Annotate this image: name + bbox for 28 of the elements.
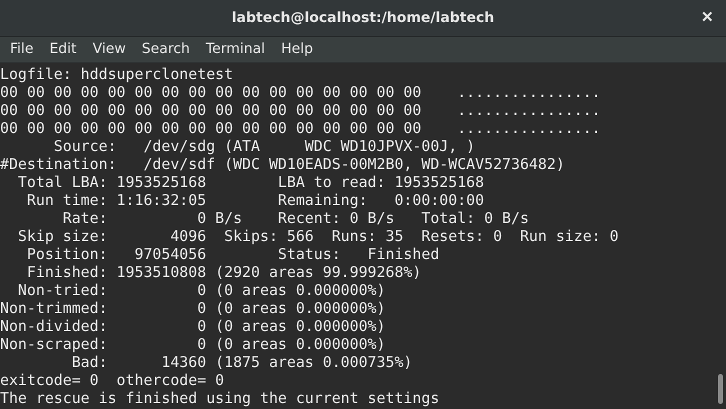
terminal-line: Non-scraped: 0 (0 areas 0.000000%) <box>0 335 386 353</box>
terminal-line: The rescue is finished using the current settings <box>0 389 440 407</box>
terminal-line: #Destination: /dev/sdf (WDC WD10EADS-00M2B0, WD-WCAV52736482) <box>0 155 565 173</box>
terminal-line: 00 00 00 00 00 00 00 00 00 00 00 00 00 00 00 00 ................ <box>0 83 601 101</box>
terminal-line: Non-divided: 0 (0 areas 0.000000%) <box>0 317 386 335</box>
menu-item[interactable]: File <box>2 39 42 60</box>
menu-item[interactable]: Terminal <box>198 39 274 60</box>
terminal-line: Logfile: hddsuperclonetest <box>0 65 234 83</box>
terminal-line: Rate: 0 B/s Recent: 0 B/s Total: 0 B/s <box>62 209 529 227</box>
menu-item[interactable]: Search <box>134 39 198 60</box>
terminal-line: Non-tried: 0 (0 areas 0.000000%) <box>16 281 386 299</box>
close-button[interactable]: ✕ <box>701 9 714 27</box>
menu-item[interactable]: Edit <box>41 39 85 60</box>
window-title: labtech@localhost:/home/labtech <box>232 8 494 28</box>
terminal-line: Skip size: 4096 Skips: 566 Runs: 35 Resets: 0 Run size: 0 <box>16 227 619 245</box>
terminal-line: Non-trimmed: 0 (0 areas 0.000000%) <box>0 299 386 317</box>
terminal-line: 00 00 00 00 00 00 00 00 00 00 00 00 00 00 00 00 ................ <box>0 119 601 137</box>
terminal-line: Run time: 1:16:32:05 Remaining: 0:00:00:00 <box>26 191 484 209</box>
terminal-line: Bad: 14360 (1875 areas 0.000735%) <box>70 353 412 371</box>
terminal-line: Source: /dev/sdg (ATA WDC WD10JPVX-00J, ) <box>52 137 476 155</box>
menu-item[interactable]: Help <box>273 39 321 60</box>
terminal-line: 00 00 00 00 00 00 00 00 00 00 00 00 00 00 00 00 ................ <box>0 101 601 119</box>
terminal-line: Total LBA: 1953525168 LBA to read: 1953525168 <box>16 173 484 191</box>
terminal-line: exitcode= 0 othercode= 0 <box>0 371 224 389</box>
terminal-line: Finished: 1953510808 (2920 areas 99.999268%) <box>26 263 422 281</box>
terminal-line: Position: 97054056 Status: Finished <box>26 245 440 263</box>
scrollbar-thumb[interactable] <box>718 374 723 404</box>
menu-item[interactable]: View <box>84 39 134 60</box>
